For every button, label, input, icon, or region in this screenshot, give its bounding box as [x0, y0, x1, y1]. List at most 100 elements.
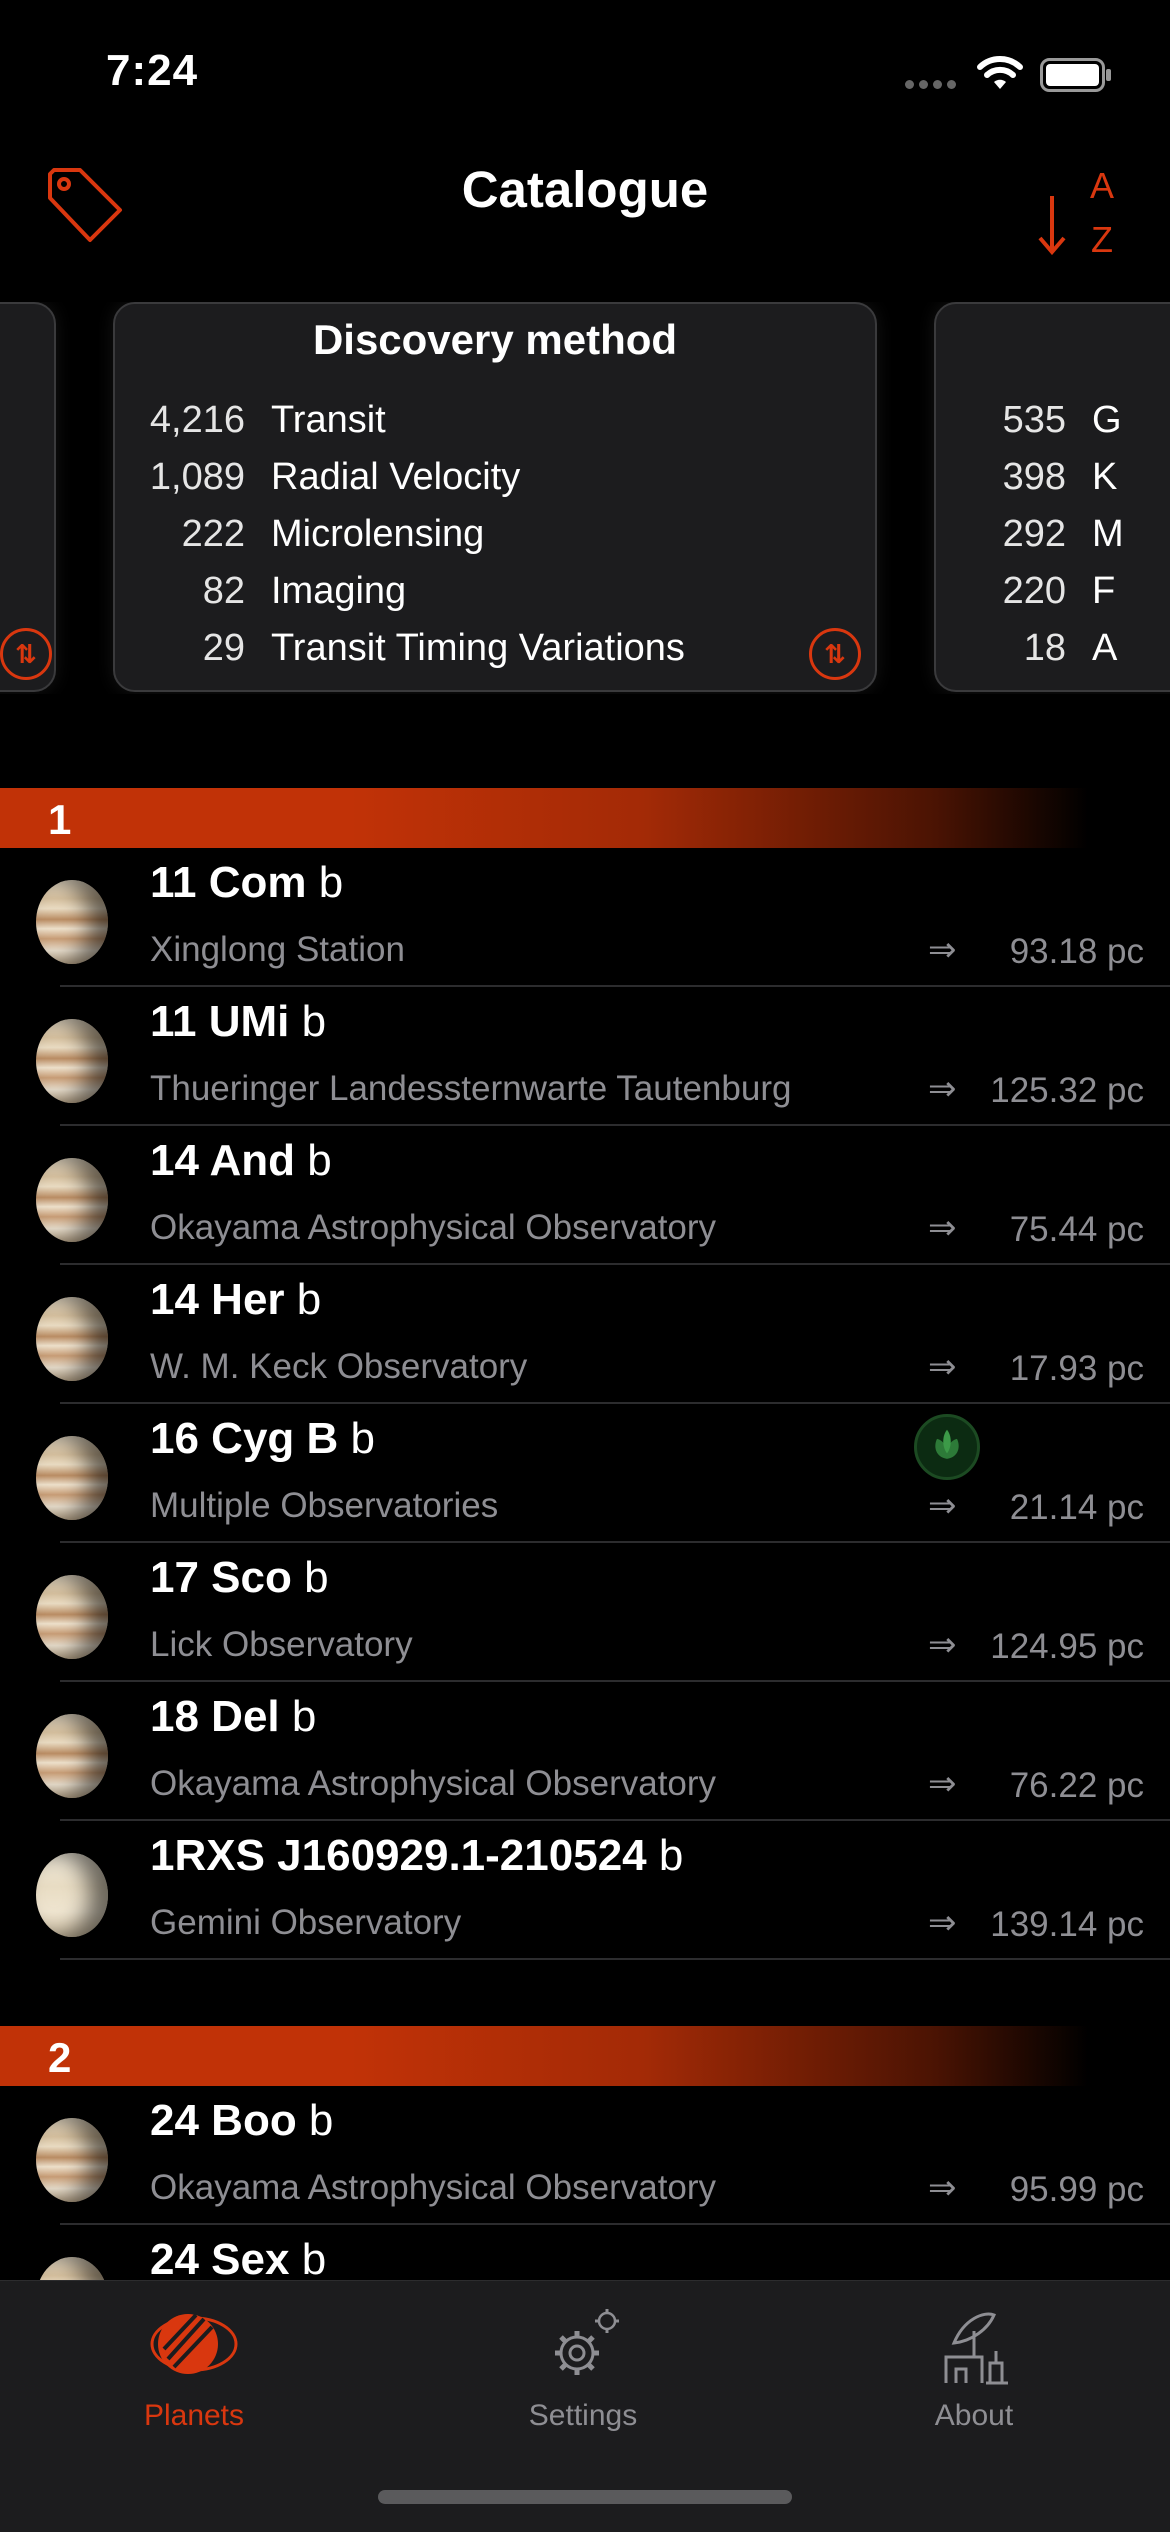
- planet-distance: 76.22 pc: [1009, 1766, 1144, 1805]
- arrow-icon: ⇒: [928, 1209, 957, 1247]
- sort-arrow-down-icon: A Z: [1038, 165, 1114, 260]
- planet-distance: 95.99 pc: [1009, 2170, 1144, 2209]
- planet-observatory: W. M. Keck Observatory: [150, 1347, 528, 1386]
- planet-distance: 17.93 pc: [1009, 1349, 1144, 1388]
- planet-row[interactable]: 14 Her b W. M. Keck Observatory ⇒ 17.93 …: [0, 1265, 1170, 1404]
- planet-row[interactable]: 17 Sco b Lick Observatory ⇒ 124.95 pc: [0, 1543, 1170, 1682]
- card-row: 222 Microlensing: [115, 506, 875, 563]
- arrow-icon: ⇒: [928, 1904, 957, 1942]
- arrow-icon: ⇒: [928, 931, 957, 969]
- planet-name: 11 UMi b: [150, 997, 327, 1046]
- sort-button[interactable]: A Z: [1030, 160, 1130, 260]
- arrow-icon: ⇒: [928, 1765, 957, 1803]
- planet-thumbnail: [36, 2118, 108, 2202]
- planet-distance: 75.44 pc: [1009, 1210, 1144, 1249]
- arrow-icon: ⇒: [928, 2169, 957, 2207]
- planet-name: 24 Sex b: [150, 2235, 327, 2284]
- card-row-label: Transit Timing Variations: [271, 627, 685, 669]
- card-row: 220 F: [936, 563, 1170, 620]
- card-row: 82 Imaging: [115, 563, 875, 620]
- card-sort-icon[interactable]: ⇅: [809, 628, 861, 680]
- planet-observatory: Gemini Observatory: [150, 1903, 462, 1942]
- planet-row[interactable]: 11 UMi b Thueringer Landessternwarte Tau…: [0, 987, 1170, 1126]
- card-row-count: 292: [1002, 513, 1066, 555]
- tab-settings[interactable]: Settings: [453, 2299, 713, 2432]
- card-row: 535 G: [936, 392, 1170, 449]
- planet-distance: 124.95 pc: [990, 1627, 1144, 1666]
- planet-row[interactable]: 14 And b Okayama Astrophysical Observato…: [0, 1126, 1170, 1265]
- planet-observatory: Thueringer Landessternwarte Tautenburg: [150, 1069, 792, 1108]
- cellular-signal-icon: [905, 80, 956, 89]
- arrow-icon: ⇒: [928, 1348, 957, 1386]
- card-row-count: 82: [202, 570, 245, 612]
- planet-thumbnail: [36, 1436, 108, 1520]
- sort-label-a: A: [1090, 165, 1114, 206]
- page-title: Catalogue: [461, 161, 709, 218]
- summary-card-spectral-type[interactable]: Sp 535G 398K 292M 220F 18A: [934, 302, 1170, 692]
- tab-about[interactable]: About: [844, 2299, 1104, 2432]
- planet-thumbnail: [36, 1853, 108, 1937]
- planet-name: 11 Com b: [150, 858, 344, 907]
- planet-thumbnail: [36, 1575, 108, 1659]
- card-row-label: K: [1092, 456, 1118, 498]
- planet-name: 24 Boo b: [150, 2096, 334, 2145]
- arrow-icon: ⇒: [928, 1626, 957, 1664]
- card-row: 292 M: [936, 506, 1170, 563]
- planet-row[interactable]: 24 Boo b Okayama Astrophysical Observato…: [0, 2086, 1170, 2225]
- planet-thumbnail: [36, 1019, 108, 1103]
- status-bar: 7:24: [0, 0, 1170, 140]
- card-row-count: 222: [181, 513, 245, 555]
- summary-card-previous[interactable]: ⇅: [0, 302, 56, 692]
- card-row-count: 18: [1023, 627, 1066, 669]
- card-row: 29 Transit Timing Variations: [115, 620, 875, 677]
- planet-name: 18 Del b: [150, 1692, 317, 1741]
- planet-icon: [150, 2313, 238, 2374]
- planet-row[interactable]: 11 Com b Xinglong Station ⇒ 93.18 pc: [0, 848, 1170, 987]
- section-label: 2: [48, 2034, 72, 2081]
- planet-row[interactable]: 1RXS J160929.1-210524 b Gemini Observato…: [0, 1821, 1170, 1960]
- summary-cards-carousel[interactable]: ⇅ Discovery method 4,216 Transit 1,089 Rad…: [0, 302, 1170, 694]
- card-row-count: 398: [1002, 456, 1066, 498]
- card-row-label: Transit: [271, 399, 386, 441]
- planet-name: 14 Her b: [150, 1275, 322, 1324]
- card-title: Discovery method: [312, 316, 678, 363]
- card-sort-icon[interactable]: ⇅: [0, 628, 52, 680]
- status-time: 7:24: [106, 46, 199, 95]
- card-row-label: F: [1092, 570, 1116, 612]
- card-row-count: 29: [202, 627, 245, 669]
- card-row-label: Imaging: [271, 570, 407, 612]
- planet-observatory: Xinglong Station: [150, 930, 405, 969]
- summary-card-discovery-method[interactable]: Discovery method 4,216 Transit 1,089 Radia…: [113, 302, 877, 692]
- planet-distance: 21.14 pc: [1009, 1488, 1144, 1527]
- planet-observatory: Okayama Astrophysical Observatory: [150, 1208, 717, 1247]
- card-row-count: 535: [1002, 399, 1066, 441]
- battery-icon: [1040, 58, 1111, 92]
- card-row: 18 A: [936, 620, 1170, 677]
- card-row-count: 220: [1002, 570, 1066, 612]
- planet-row[interactable]: 16 Cyg B b Multiple Observatories ⇒ 21.1…: [0, 1404, 1170, 1543]
- tab-label: Settings: [528, 2399, 638, 2432]
- tab-label: About: [934, 2399, 1014, 2432]
- card-row: 398 K: [936, 449, 1170, 506]
- section-label: 1: [48, 796, 72, 843]
- planet-thumbnail: [36, 1297, 108, 1381]
- observatory-icon: [944, 2312, 1008, 2385]
- tab-label: Planets: [143, 2399, 245, 2432]
- card-row: 1,089 Radial Velocity: [115, 449, 875, 506]
- planet-observatory: Okayama Astrophysical Observatory: [150, 2168, 717, 2207]
- section-header: 1: [0, 788, 1170, 848]
- card-row-count: 4,216: [149, 399, 245, 441]
- tab-planets[interactable]: Planets: [64, 2299, 324, 2432]
- section-header: 2: [0, 2026, 1170, 2086]
- planet-distance: 93.18 pc: [1009, 932, 1144, 971]
- planet-row[interactable]: 18 Del b Okayama Astrophysical Observato…: [0, 1682, 1170, 1821]
- planet-observatory: Lick Observatory: [150, 1625, 413, 1664]
- arrow-icon: ⇒: [928, 1487, 957, 1525]
- planet-name: 1RXS J160929.1-210524 b: [150, 1831, 684, 1880]
- planet-thumbnail: [36, 1158, 108, 1242]
- planet-observatory: Multiple Observatories: [150, 1486, 499, 1525]
- planet-observatory: Okayama Astrophysical Observatory: [150, 1764, 717, 1803]
- card-row-label: Radial Velocity: [271, 456, 521, 498]
- home-indicator[interactable]: [378, 2490, 792, 2504]
- planet-name: 14 And b: [150, 1136, 332, 1185]
